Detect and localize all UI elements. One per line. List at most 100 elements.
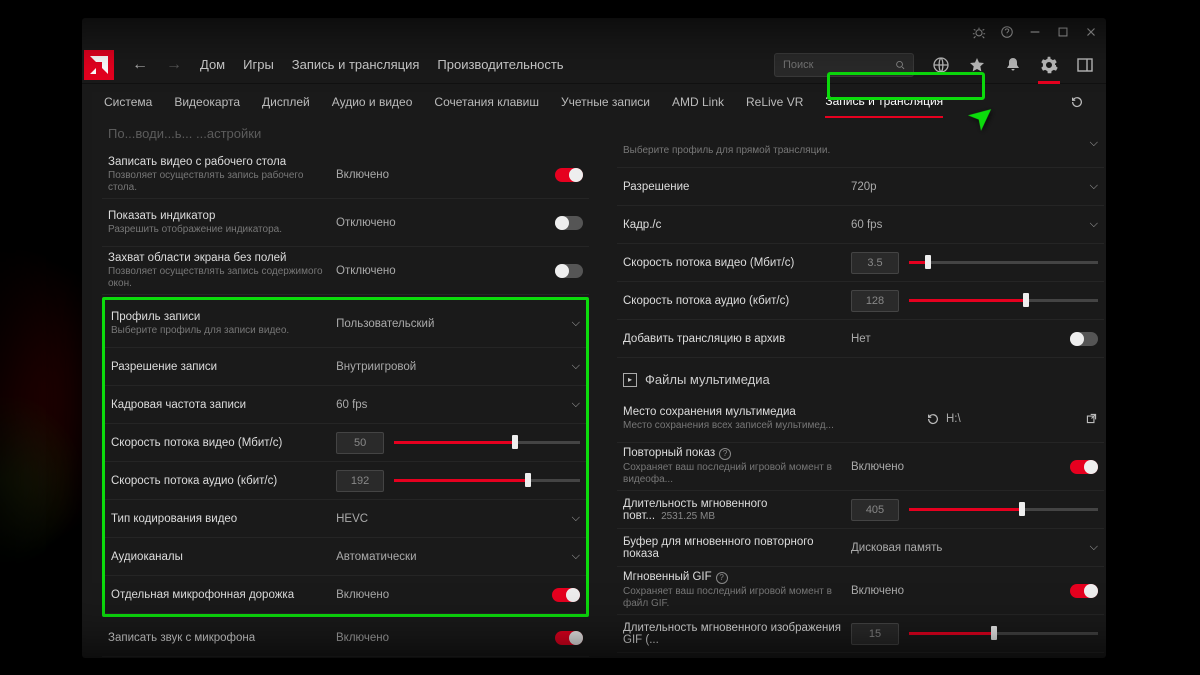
nav-forward-icon[interactable]: → xyxy=(166,56,182,74)
settings-row: Длительность мгновенного изображения GIF… xyxy=(617,615,1104,653)
toggle-switch[interactable] xyxy=(555,631,583,645)
value-box[interactable]: 128 xyxy=(851,290,899,312)
subnav-system[interactable]: Система xyxy=(104,95,152,109)
subnav-amdlink[interactable]: AMD Link xyxy=(672,95,724,109)
globe-icon[interactable] xyxy=(932,56,950,74)
row-title: Скорость потока аудио (кбит/с) xyxy=(111,475,328,487)
reset-icon[interactable] xyxy=(1070,95,1084,109)
value-text: Нет xyxy=(851,333,871,345)
row-title: Добавить трансляцию в архив xyxy=(623,333,843,345)
value-text: Включено xyxy=(336,589,389,601)
nav-games[interactable]: Игры xyxy=(243,57,274,72)
settings-row: Буфер для мгновенного повторного показа … xyxy=(617,529,1104,567)
row-title: Длительность мгновенного повт...2531.25 … xyxy=(623,498,843,522)
row-title: Скорость потока видео (Мбит/с) xyxy=(111,437,328,449)
row-value: 405 xyxy=(851,499,1098,521)
row-value[interactable]: ⌵ xyxy=(851,137,1098,150)
gear-icon[interactable] xyxy=(1040,56,1058,74)
row-title: Записать видео с рабочего стола xyxy=(108,156,328,168)
value-text: Отключено xyxy=(336,265,396,277)
value-box[interactable]: 192 xyxy=(336,470,384,492)
value-box[interactable]: 15 xyxy=(851,623,899,645)
settings-row: Кадр./с 60 fps⌵ xyxy=(617,206,1104,244)
app-window: ← → Дом Игры Запись и трансляция Произво… xyxy=(82,18,1106,658)
close-icon[interactable] xyxy=(1084,25,1098,39)
row-value: Включено xyxy=(336,168,583,182)
subnav-audio[interactable]: Аудио и видео xyxy=(332,95,413,109)
nav-home[interactable]: Дом xyxy=(200,57,225,72)
chevron-down-icon: ⌵ xyxy=(572,512,580,525)
row-label: Разрешение xyxy=(623,181,851,193)
help-icon[interactable] xyxy=(1000,25,1014,39)
bug-icon[interactable] xyxy=(972,25,986,39)
panel-icon[interactable] xyxy=(1076,56,1094,74)
select-value: Дисковая память xyxy=(851,542,942,554)
subnav-relivevr[interactable]: ReLive VR xyxy=(746,95,803,109)
row-value[interactable]: Внутриигровой⌵ xyxy=(336,360,580,373)
nav-performance[interactable]: Производительность xyxy=(437,57,563,72)
toggle-switch[interactable] xyxy=(555,216,583,230)
minimize-icon[interactable] xyxy=(1028,25,1042,39)
value-box[interactable]: 50 xyxy=(336,432,384,454)
row-value[interactable]: Дисковая память⌵ xyxy=(851,541,1098,554)
row-value[interactable]: 60 fps⌵ xyxy=(851,218,1098,231)
value-text: Отключено xyxy=(336,217,396,229)
settings-row: Добавить трансляцию в архив Нет xyxy=(617,320,1104,358)
select-value: 60 fps xyxy=(851,219,882,231)
select-value: Автоматически xyxy=(336,551,416,563)
row-value: 3.5 xyxy=(851,252,1098,274)
bell-icon[interactable] xyxy=(1004,56,1022,74)
nav-back-icon[interactable]: ← xyxy=(132,56,148,74)
subnav-gpu[interactable]: Видеокарта xyxy=(174,95,240,109)
slider[interactable] xyxy=(394,474,580,488)
star-icon[interactable] xyxy=(968,56,986,74)
subnav-accounts[interactable]: Учетные записи xyxy=(561,95,650,109)
value-box[interactable]: 405 xyxy=(851,499,899,521)
settings-row: Скорость потока аудио (кбит/с) 192 xyxy=(105,462,586,500)
open-external-icon[interactable] xyxy=(1085,412,1098,425)
value-box[interactable]: 3.5 xyxy=(851,252,899,274)
maximize-icon[interactable] xyxy=(1056,25,1070,39)
row-title: Захват области экрана без полей xyxy=(108,252,328,264)
slider[interactable] xyxy=(394,436,580,450)
row-label: Разрешение записи xyxy=(111,361,336,373)
reset-icon[interactable] xyxy=(926,412,940,426)
toggle-switch[interactable] xyxy=(552,588,580,602)
subnav-display[interactable]: Дисплей xyxy=(262,95,310,109)
row-value: 192 xyxy=(336,470,580,492)
slider[interactable] xyxy=(909,503,1098,517)
row-value: 128 xyxy=(851,290,1098,312)
content: По...води...ь... ...астройки Записать ви… xyxy=(82,120,1106,658)
subnav-hotkeys[interactable]: Сочетания клавиш xyxy=(434,95,539,109)
toggle-switch[interactable] xyxy=(555,264,583,278)
amd-logo xyxy=(84,50,114,80)
settings-row: Скорость потока аудио (кбит/с) 128 xyxy=(617,282,1104,320)
row-value[interactable]: Автоматически⌵ xyxy=(336,550,580,563)
row-label: Буфер для мгновенного повторного показа xyxy=(623,536,851,560)
row-label: Записать видео с рабочего стола Позволяе… xyxy=(108,156,336,194)
recording-profile-highlight: Профиль записи Выберите профиль для запи… xyxy=(102,297,589,617)
extra-text: 2531.25 MB xyxy=(661,511,715,522)
row-value[interactable]: 720p⌵ xyxy=(851,180,1098,193)
row-title: Скорость потока аудио (кбит/с) xyxy=(623,295,843,307)
info-icon[interactable]: ? xyxy=(716,572,728,584)
row-value[interactable]: 60 fps⌵ xyxy=(336,398,580,411)
search-field[interactable] xyxy=(783,59,889,71)
toggle-switch[interactable] xyxy=(1070,332,1098,346)
toggle-switch[interactable] xyxy=(1070,584,1098,598)
info-icon[interactable]: ? xyxy=(719,448,731,460)
settings-row: Длительность мгновенного повт...2531.25 … xyxy=(617,491,1104,529)
row-value[interactable]: HEVC⌵ xyxy=(336,512,580,525)
toggle-switch[interactable] xyxy=(555,168,583,182)
slider[interactable] xyxy=(909,256,1098,270)
row-label: Скорость потока видео (Мбит/с) xyxy=(111,437,336,449)
slider[interactable] xyxy=(909,294,1098,308)
row-value[interactable]: Пользовательский⌵ xyxy=(336,317,580,330)
slider[interactable] xyxy=(909,627,1098,641)
row-desc: Сохраняет ваш последний игровой момент в… xyxy=(623,586,843,610)
row-title: Записать звук с микрофона xyxy=(108,632,328,644)
row-value: Нет xyxy=(851,332,1098,346)
nav-recording[interactable]: Запись и трансляция xyxy=(292,57,420,72)
toggle-switch[interactable] xyxy=(1070,460,1098,474)
row-title: Тип кодирования видео xyxy=(111,513,328,525)
